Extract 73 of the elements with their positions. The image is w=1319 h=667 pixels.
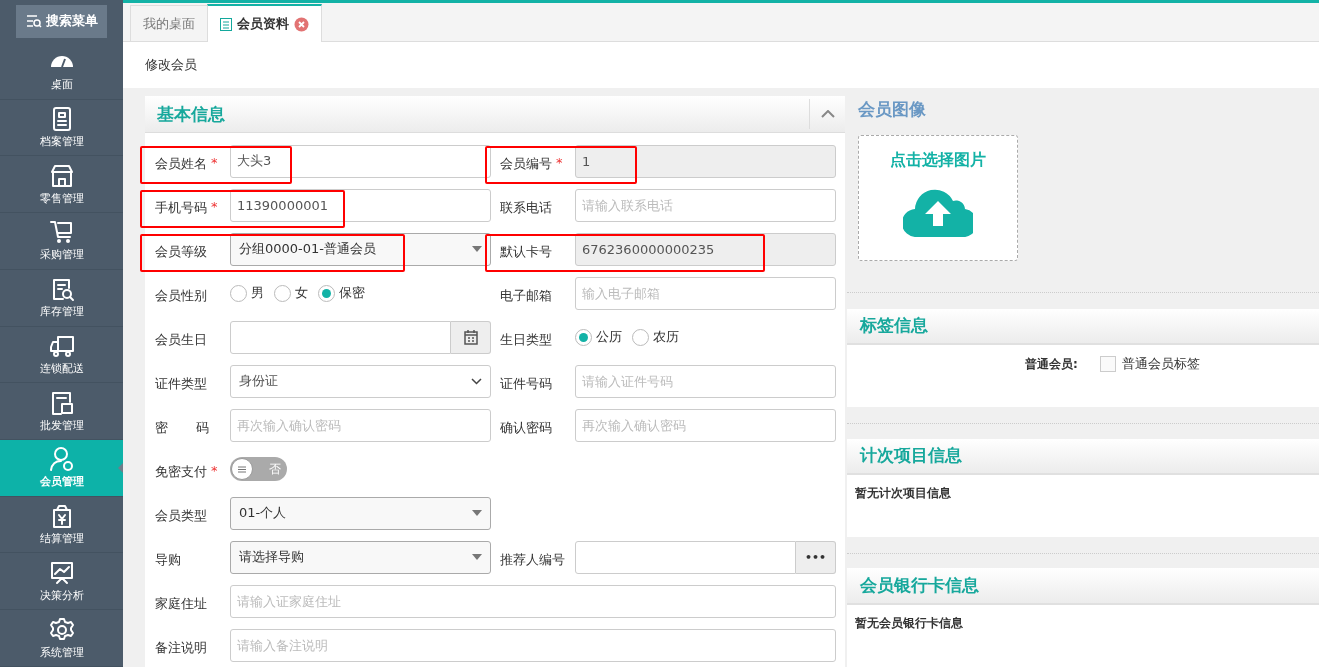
select-field[interactable]: 分组0000-01-普通会员 bbox=[230, 232, 491, 266]
section-title: 基本信息 bbox=[156, 102, 225, 126]
page-title: 修改会员 bbox=[145, 56, 197, 74]
input-field[interactable]: 请输入备注说明 bbox=[230, 628, 836, 662]
field-label: 会员等级 bbox=[155, 243, 207, 261]
input-field[interactable] bbox=[575, 540, 796, 574]
field-label: 会员姓名 bbox=[155, 155, 207, 173]
search-menu-button[interactable]: 搜索菜单 bbox=[16, 5, 107, 38]
field-label: 会员性别 bbox=[155, 287, 207, 305]
field-label: 证件号码 bbox=[500, 375, 552, 393]
field-label: 手机号码 bbox=[155, 199, 207, 217]
input-field[interactable]: 请输入证件号码 bbox=[575, 364, 836, 398]
input-field[interactable]: 输入电子邮箱 bbox=[575, 276, 836, 310]
empty-message: 暂无计次项目信息 bbox=[855, 485, 952, 503]
input-field[interactable]: 6762360000000235 bbox=[575, 232, 836, 266]
input-field[interactable]: 请输入证家庭住址 bbox=[230, 584, 836, 618]
chevron-down-icon bbox=[471, 377, 482, 385]
field-label: 电子邮箱 bbox=[500, 287, 552, 305]
field-label: 确认密码 bbox=[500, 419, 552, 437]
chevron-up-icon bbox=[820, 110, 835, 118]
calendar-icon bbox=[463, 329, 478, 345]
checkbox[interactable]: 普通会员标签 bbox=[1099, 355, 1200, 374]
radio-option[interactable]: 保密 bbox=[318, 284, 365, 302]
radio-option[interactable]: 公历 bbox=[575, 328, 622, 346]
field-label: 会员生日 bbox=[155, 331, 207, 349]
field-label: 会员编号 bbox=[500, 155, 552, 173]
field-label: 联系电话 bbox=[500, 199, 552, 217]
input-field[interactable]: 1 bbox=[575, 144, 836, 178]
field-label: 导购 bbox=[155, 551, 181, 569]
required-mark: * bbox=[211, 199, 218, 216]
required-mark: * bbox=[211, 155, 218, 172]
input-field[interactable]: 大头3 bbox=[230, 144, 491, 178]
tab[interactable]: 会员资料 bbox=[207, 4, 322, 42]
field-label: 备注说明 bbox=[155, 639, 207, 657]
field-label: 免密支付 bbox=[155, 463, 207, 481]
section-title: 标签信息 bbox=[860, 314, 928, 338]
document-icon bbox=[220, 17, 232, 31]
section-title: 会员银行卡信息 bbox=[860, 574, 979, 598]
field-label: 生日类型 bbox=[500, 331, 552, 349]
calendar-button[interactable] bbox=[451, 320, 491, 354]
empty-message: 暂无会员银行卡信息 bbox=[855, 615, 964, 633]
select-field[interactable]: 身份证 bbox=[230, 364, 491, 398]
input-field[interactable]: 再次输入确认密码 bbox=[575, 408, 836, 442]
field-label: 密码 bbox=[155, 419, 209, 437]
required-mark: * bbox=[211, 463, 218, 480]
field-label: 会员类型 bbox=[155, 507, 207, 525]
settings-icon bbox=[48, 616, 75, 643]
date-field[interactable] bbox=[230, 320, 451, 354]
search-icon bbox=[25, 14, 42, 29]
field-label: 证件类型 bbox=[155, 375, 207, 393]
tab[interactable]: 我的桌面 bbox=[130, 5, 208, 41]
store-icon bbox=[48, 162, 75, 189]
cart-icon bbox=[48, 219, 75, 246]
select-field[interactable]: 01-个人 bbox=[230, 496, 491, 530]
lines-icon bbox=[238, 465, 246, 473]
field-label: 家庭住址 bbox=[155, 595, 207, 613]
caret-icon bbox=[472, 554, 482, 560]
chart-icon bbox=[48, 559, 75, 586]
section-title: 会员图像 bbox=[858, 98, 927, 121]
person-icon bbox=[48, 446, 75, 473]
select-field[interactable]: 请选择导购 bbox=[230, 540, 491, 574]
radio-option[interactable]: 农历 bbox=[632, 328, 679, 346]
input-field[interactable]: 再次输入确认密码 bbox=[230, 408, 491, 442]
field-label: 默认卡号 bbox=[500, 243, 552, 261]
more-button[interactable]: ••• bbox=[796, 540, 836, 574]
input-field[interactable]: 请输入联系电话 bbox=[575, 188, 836, 222]
field-label: 推荐人编号 bbox=[500, 551, 565, 569]
required-mark: * bbox=[556, 155, 563, 172]
input-field[interactable]: 11390000001 bbox=[230, 188, 491, 222]
caret-icon bbox=[472, 510, 482, 516]
caret-icon bbox=[472, 246, 482, 252]
tag-group-label: 普通会员: bbox=[1025, 355, 1078, 373]
section-title: 计次项目信息 bbox=[860, 444, 962, 468]
